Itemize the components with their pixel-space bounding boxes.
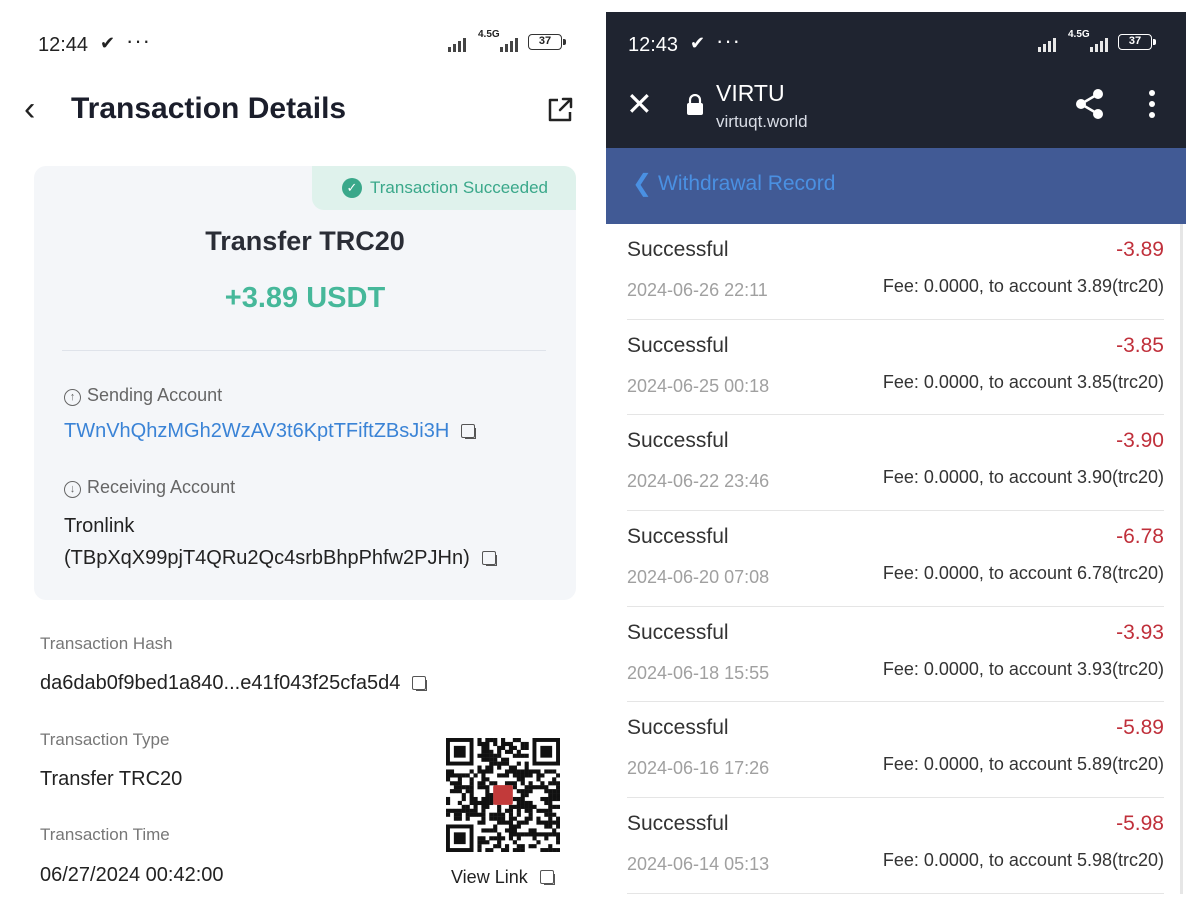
copy-icon[interactable] <box>481 551 497 566</box>
transfer-summary-card: ✓ Transaction Succeeded Transfer TRC20 +… <box>34 166 576 600</box>
record-status: Successful <box>627 238 729 261</box>
time-value: 06/27/2024 00:42:00 <box>40 864 224 886</box>
record-date: 2024-06-20 07:08 <box>627 567 770 588</box>
record-date: 2024-06-25 00:18 <box>627 375 770 396</box>
record-status: Successful <box>627 333 729 357</box>
list-item[interactable]: Successful -6.78 2024-06-20 07:08 Fee: 0.00… <box>606 511 1186 607</box>
qr-code[interactable] <box>446 738 560 852</box>
list-item[interactable]: Successful -3.85 2024-06-25 00:18 Fee: 0.00… <box>606 320 1186 416</box>
page-title: Transaction Details <box>71 92 347 125</box>
page-title[interactable]: Withdrawal Record <box>658 172 835 196</box>
title-bar: ❮ Withdrawal Record <box>606 148 1186 224</box>
record-amount: -5.89 <box>1116 716 1164 740</box>
list-item[interactable]: Successful -3.89 2024-06-26 22:11 Fee: 0.00… <box>606 224 1186 320</box>
lock-icon <box>687 94 703 115</box>
navigation-indicator-icon: ✔ <box>690 33 706 53</box>
receiving-account-label: ↓ Receiving Account <box>64 477 235 498</box>
status-badge: ✓ Transaction Succeeded <box>312 166 576 210</box>
sending-address[interactable]: TWnVhQhzMGh2WzAV3t6KptTFiftZBsJi3H <box>64 420 477 443</box>
record-date: 2024-06-16 17:26 <box>627 758 770 779</box>
list-item[interactable]: Successful -5.89 2024-06-16 17:26 Fee: 0.00… <box>606 702 1186 799</box>
signal-icon <box>448 36 466 52</box>
share-icon[interactable] <box>1074 88 1106 120</box>
back-chevron-icon[interactable]: ❮ <box>632 172 652 196</box>
record-fee: Fee: 0.0000, to account 3.89(trc20) <box>882 276 1164 296</box>
more-menu-icon[interactable] <box>1146 88 1158 120</box>
receiving-account-name: Tronlink <box>64 515 135 537</box>
withdrawal-record-screen: 12:43 ✔ ··· 4.5G 37 ✕ VIRTU virtuqt.worl… <box>606 12 1186 900</box>
sending-account-label: ↑ Sending Account <box>64 385 222 406</box>
copy-icon[interactable] <box>412 676 428 691</box>
record-date: 2024-06-22 23:46 <box>627 471 770 492</box>
page-header: ‹ Transaction Details <box>24 90 576 132</box>
navigation-indicator-icon: ✔ <box>100 33 116 53</box>
signal-icon <box>1038 36 1056 52</box>
record-amount: -5.98 <box>1116 812 1164 836</box>
type-label: Transaction Type <box>40 730 170 749</box>
view-link-button[interactable]: View Link <box>451 867 555 888</box>
record-amount: -6.78 <box>1116 525 1164 549</box>
hash-label: Transaction Hash <box>40 634 173 653</box>
battery-indicator: 37 <box>528 34 566 50</box>
more-notifications-icon: ··· <box>716 28 741 53</box>
browser-chrome: 12:43 ✔ ··· 4.5G 37 ✕ VIRTU virtuqt.worl… <box>606 12 1186 148</box>
back-button[interactable]: ‹ <box>24 92 35 126</box>
arrow-down-circle-icon: ↓ <box>64 481 81 498</box>
close-icon[interactable]: ✕ <box>626 88 653 120</box>
check-circle-icon: ✓ <box>342 178 362 198</box>
site-url[interactable]: virtuqt.world <box>716 112 808 132</box>
scrollbar[interactable] <box>1180 224 1183 894</box>
type-value: Transfer TRC20 <box>40 768 183 790</box>
network-type: 4.5G <box>1068 29 1090 40</box>
record-status: Successful <box>627 620 729 644</box>
record-amount: -3.90 <box>1116 429 1164 453</box>
arrow-up-circle-icon: ↑ <box>64 389 81 406</box>
record-fee: Fee: 0.0000, to account 5.98(trc20) <box>882 850 1164 871</box>
record-date: 2024-06-18 15:55 <box>627 662 770 683</box>
transfer-type-heading: Transfer TRC20 <box>205 226 405 256</box>
status-time: 12:43 <box>628 34 679 56</box>
list-item[interactable]: Successful -5.98 2024-06-14 05:13 Fee: 0.00… <box>606 798 1186 894</box>
record-date: 2024-06-14 05:13 <box>627 854 770 875</box>
copy-icon[interactable] <box>461 424 477 439</box>
record-amount: -3.93 <box>1116 620 1164 644</box>
transfer-amount: +3.89 USDT <box>224 282 386 314</box>
record-fee: Fee: 0.0000, to account 3.85(trc20) <box>882 371 1164 392</box>
record-fee: Fee: 0.0000, to account 3.90(trc20) <box>882 467 1164 488</box>
receiving-address[interactable]: (TBpXqX99pjT4QRu2Qc4srbBhpPhfw2PJHn) <box>64 542 497 574</box>
divider <box>62 350 546 351</box>
record-status: Successful <box>627 429 729 453</box>
list-item[interactable]: Successful -3.93 2024-06-18 15:55 Fee: 0.00… <box>606 607 1186 703</box>
site-name: VIRTU <box>716 80 785 106</box>
record-fee: Fee: 0.0000, to account 3.93(trc20) <box>882 658 1164 679</box>
time-label: Transaction Time <box>40 825 170 844</box>
record-date: 2024-06-26 22:11 <box>627 280 768 300</box>
network-type: 4.5G <box>478 29 500 40</box>
hash-value[interactable]: da6dab0f9bed1a840...e41f043f25cfa5d4 <box>40 672 428 695</box>
signal-icon-2 <box>1090 36 1108 52</box>
record-amount: -3.85 <box>1116 333 1164 357</box>
signal-icon-2 <box>500 36 518 52</box>
status-bar: 12:43 ✔ ··· 4.5G 37 <box>628 28 1158 58</box>
status-time: 12:44 <box>38 34 89 56</box>
withdrawal-list: Successful -3.89 2024-06-26 22:11 Fee: 0.00… <box>606 224 1186 894</box>
battery-indicator: 37 <box>1118 34 1156 50</box>
more-notifications-icon: ··· <box>126 28 151 53</box>
record-amount: -3.89 <box>1116 238 1164 261</box>
status-bar: 12:44 ✔ ··· 4.5G 37 <box>38 28 568 58</box>
transaction-details-screen: 12:44 ✔ ··· 4.5G 37 ‹ Transaction Detail… <box>0 0 600 900</box>
list-item[interactable]: Successful -3.90 2024-06-22 23:46 Fee: 0.00… <box>606 415 1186 512</box>
record-fee: Fee: 0.0000, to account 5.89(trc20) <box>882 754 1164 775</box>
copy-icon <box>539 870 555 885</box>
divider <box>627 892 1164 894</box>
record-status: Successful <box>627 716 729 740</box>
status-badge-label: Transaction Succeeded <box>370 178 548 197</box>
record-status: Successful <box>627 525 729 549</box>
record-fee: Fee: 0.0000, to account 6.78(trc20) <box>882 563 1164 584</box>
external-share-icon[interactable] <box>546 96 574 124</box>
record-status: Successful <box>627 812 729 836</box>
